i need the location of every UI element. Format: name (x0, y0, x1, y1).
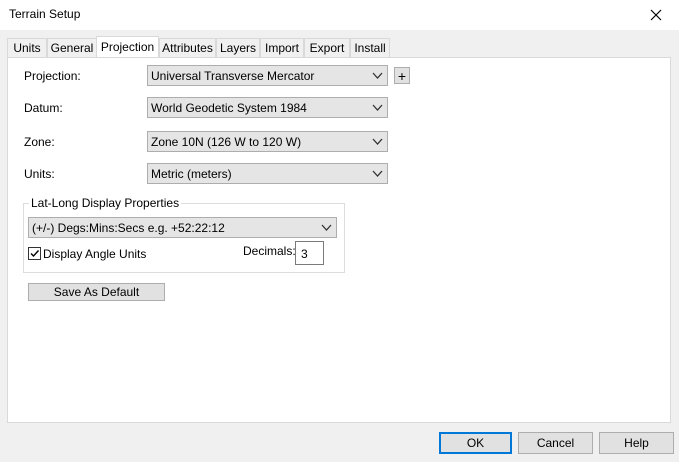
tab-attributes[interactable]: Attributes (159, 38, 216, 57)
tab-projection[interactable]: Projection (96, 36, 159, 57)
datum-value: World Geodetic System 1984 (151, 101, 307, 115)
zone-value: Zone 10N (126 W to 120 W) (151, 135, 302, 149)
tab-layers[interactable]: Layers (216, 38, 260, 57)
decimals-value: 3 (301, 247, 308, 261)
save-as-default-button[interactable]: Save As Default (28, 283, 165, 301)
latlong-group-title: Lat-Long Display Properties (29, 196, 182, 210)
chevron-down-icon (372, 72, 383, 79)
display-angle-units-checkbox[interactable] (28, 247, 41, 260)
tab-units[interactable]: Units (7, 38, 47, 57)
tab-import[interactable]: Import (260, 38, 304, 57)
projection-select[interactable]: Universal Transverse Mercator (147, 65, 388, 86)
zone-select[interactable]: Zone 10N (126 W to 120 W) (147, 131, 388, 152)
latlong-format-select[interactable]: (+/-) Degs:Mins:Secs e.g. +52:22:12 (28, 217, 337, 238)
title-bar: Terrain Setup (0, 0, 679, 30)
decimals-input[interactable]: 3 (295, 241, 324, 265)
tab-install[interactable]: Install (350, 38, 390, 57)
units-value: Metric (meters) (151, 167, 232, 181)
tab-general[interactable]: General (47, 38, 97, 57)
tab-export[interactable]: Export (304, 38, 350, 57)
projection-label: Projection: (24, 69, 81, 83)
chevron-down-icon (372, 138, 383, 145)
chevron-down-icon (372, 170, 383, 177)
units-label: Units: (24, 167, 55, 181)
add-projection-button[interactable]: + (394, 67, 410, 84)
datum-label: Datum: (24, 101, 63, 115)
display-angle-units-label: Display Angle Units (43, 247, 147, 261)
projection-panel: Projection: Universal Transverse Mercato… (7, 57, 671, 423)
chevron-down-icon (372, 104, 383, 111)
chevron-down-icon (321, 224, 332, 231)
cancel-button[interactable]: Cancel (518, 432, 593, 454)
close-icon (650, 9, 662, 21)
zone-label: Zone: (24, 135, 55, 149)
datum-select[interactable]: World Geodetic System 1984 (147, 97, 388, 118)
window-title: Terrain Setup (9, 7, 81, 21)
projection-value: Universal Transverse Mercator (151, 69, 315, 83)
units-select[interactable]: Metric (meters) (147, 163, 388, 184)
decimals-label: Decimals: (243, 244, 296, 258)
ok-button[interactable]: OK (439, 432, 512, 454)
check-icon (30, 250, 40, 258)
latlong-format-value: (+/-) Degs:Mins:Secs e.g. +52:22:12 (32, 221, 225, 235)
help-button[interactable]: Help (599, 432, 674, 454)
close-button[interactable] (633, 0, 679, 30)
